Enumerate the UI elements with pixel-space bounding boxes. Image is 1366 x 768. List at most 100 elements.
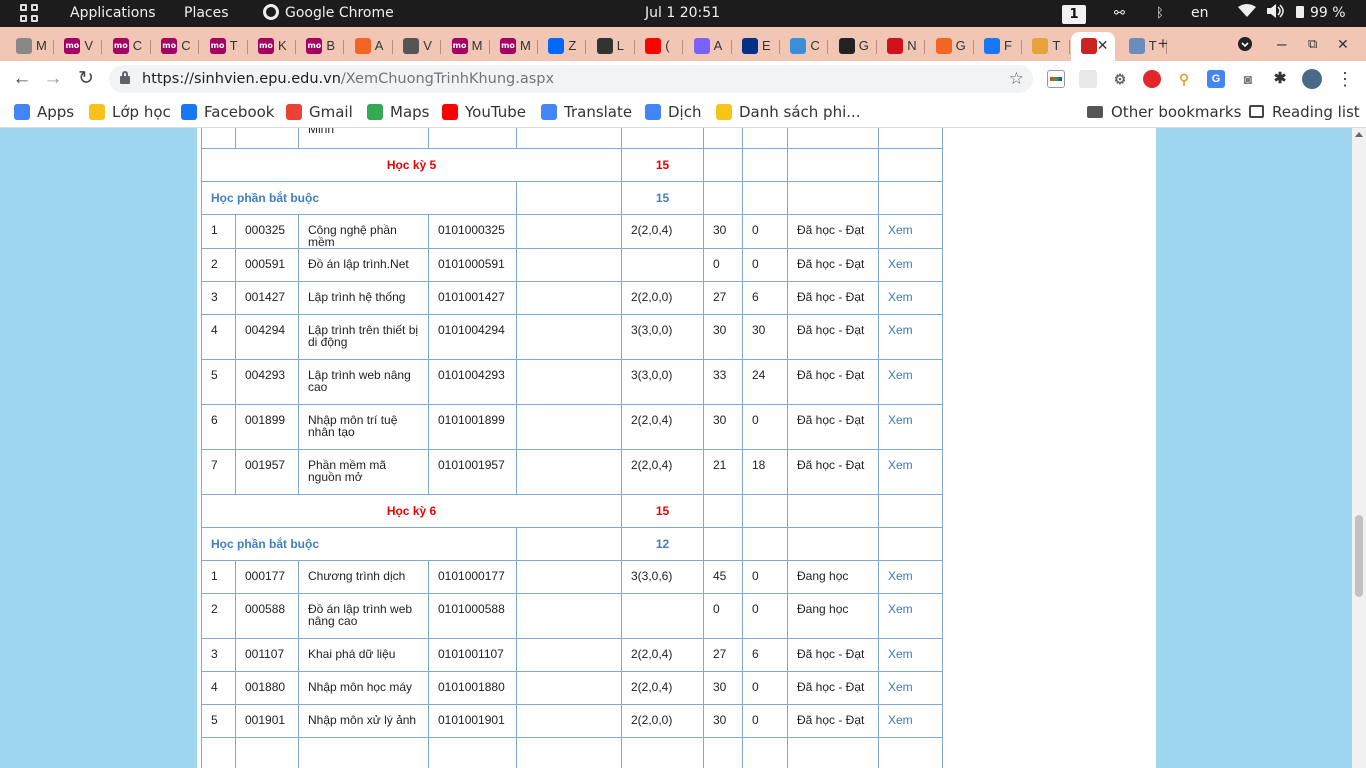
reload-button[interactable]: ↻ <box>74 67 98 91</box>
view-link[interactable]: Xem <box>888 602 913 616</box>
view-link[interactable]: Xem <box>888 647 913 661</box>
extension-icon-2[interactable] <box>1079 70 1097 88</box>
browser-tab-11[interactable]: mo M <box>490 32 538 61</box>
extension-icon-1[interactable] <box>1047 70 1065 88</box>
browser-tab-14[interactable]: ( <box>635 32 684 61</box>
browser-tab-7[interactable]: mo B <box>296 32 345 61</box>
translate-extension-icon[interactable]: G <box>1207 70 1225 88</box>
bookmark-translate[interactable]: Translate <box>541 101 632 123</box>
minimize-button[interactable]: ‒ <box>1277 34 1286 54</box>
browser-tab-22[interactable]: T <box>1022 32 1071 61</box>
view-link[interactable]: Xem <box>888 569 913 583</box>
browser-tab-18[interactable]: G <box>829 32 877 61</box>
workspace-indicator[interactable]: 1 <box>1062 0 1086 27</box>
reading-list-button[interactable]: Reading list <box>1249 101 1360 123</box>
browser-tab-2[interactable]: mo V <box>54 32 103 61</box>
view-link[interactable]: Xem <box>888 413 913 427</box>
browser-tab-21[interactable]: F <box>974 32 1022 61</box>
extensions-puzzle-icon[interactable]: ✱ <box>1271 70 1289 88</box>
page-scrollbar[interactable] <box>1352 128 1366 768</box>
url-text[interactable]: https://sinhvien.epu.edu.vn/XemChuongTri… <box>142 65 554 93</box>
tab-title: B <box>326 38 336 53</box>
maximize-button[interactable]: ⧉ <box>1308 36 1317 52</box>
browser-tab-20[interactable]: G <box>926 32 974 61</box>
scrollbar-thumb[interactable] <box>1355 515 1363 597</box>
course-status-cell: Đang học <box>787 593 879 639</box>
empty-cell-cell <box>516 248 622 282</box>
browser-tab-1[interactable]: M <box>6 32 54 61</box>
browser-tab-5[interactable]: mo T <box>200 32 248 61</box>
view-link[interactable]: Xem <box>888 323 913 337</box>
bookmark-star-icon[interactable]: ☆ <box>1009 69 1024 89</box>
close-tab-icon[interactable]: ✕ <box>1097 37 1109 54</box>
bookmark-label: Facebook <box>204 103 275 121</box>
language-indicator[interactable]: en <box>1191 0 1209 27</box>
course-credits-cell: 2(2,0,0) <box>621 281 704 315</box>
browser-tab-13[interactable]: L <box>587 32 635 61</box>
clock[interactable]: Jul 1 20:51 <box>645 0 720 27</box>
bookmark-maps[interactable]: Maps <box>367 101 429 123</box>
empty-cell <box>878 148 943 182</box>
extension-icon-4[interactable] <box>1143 70 1161 88</box>
forward-button[interactable]: → <box>41 67 65 91</box>
browser-tab-3[interactable]: mo C <box>103 32 151 61</box>
other-bookmarks-folder[interactable]: Other bookmarks <box>1087 101 1241 123</box>
bookmark-apps[interactable]: Apps <box>14 101 74 123</box>
new-tab-button[interactable]: + <box>1158 34 1168 54</box>
wifi-icon[interactable] <box>1238 0 1256 27</box>
view-link[interactable]: Xem <box>888 713 913 727</box>
tab-title: T <box>1052 38 1061 53</box>
browser-tab-17[interactable]: C <box>780 32 829 61</box>
volume-icon[interactable] <box>1266 0 1284 27</box>
browser-tab-4[interactable]: mo C <box>151 32 200 61</box>
course-code-cell: 000591 <box>235 248 299 282</box>
course-name-cell: Khai phá dữ liệu <box>298 638 429 672</box>
bookmark-danh-s-ch-phi[interactable]: Danh sách phi... <box>716 101 861 123</box>
browser-tab-6[interactable]: mo K <box>248 32 296 61</box>
browser-tab-12[interactable]: Z <box>538 32 587 61</box>
camera-extension-icon[interactable]: ◙ <box>1239 70 1257 88</box>
view-link[interactable]: Xem <box>888 680 913 694</box>
applications-menu[interactable]: Applications <box>70 0 156 27</box>
course-id: 0101000588 <box>438 602 505 616</box>
close-window-button[interactable]: ✕ <box>1337 36 1349 53</box>
places-menu[interactable]: Places <box>184 0 229 27</box>
course-code-cell: 001427 <box>235 281 299 315</box>
view-link[interactable]: Xem <box>888 257 913 271</box>
course-code: 004294 <box>245 323 286 337</box>
browser-tab-15[interactable]: A <box>684 32 732 61</box>
back-button[interactable]: ← <box>10 67 34 91</box>
extension-icon-3[interactable]: ⚙ <box>1111 70 1129 88</box>
bookmark-youtube[interactable]: YouTube <box>442 101 526 123</box>
tab-search-icon[interactable] <box>1237 32 1253 57</box>
view-link[interactable]: Xem <box>888 223 913 237</box>
bookmark-d-ch[interactable]: Dịch <box>645 101 701 123</box>
browser-tab-9[interactable]: V <box>393 32 442 61</box>
browser-tab-16[interactable]: E <box>732 32 780 61</box>
bookmark-l-p-h-c[interactable]: Lớp học <box>89 101 171 123</box>
profile-avatar[interactable] <box>1302 69 1322 89</box>
browser-tab-23[interactable]: ✕ <box>1070 32 1115 61</box>
scroll-up-arrow-icon[interactable] <box>1355 132 1363 137</box>
view-link[interactable]: Xem <box>888 458 913 472</box>
view-link[interactable]: Xem <box>888 368 913 382</box>
battery-indicator[interactable]: 99 % <box>1296 0 1346 27</box>
theory-hours-cell: 27 <box>703 638 743 672</box>
tab-title: V <box>423 38 432 53</box>
activities-grid-icon[interactable] <box>20 0 38 27</box>
view-link[interactable]: Xem <box>888 290 913 304</box>
browser-tab-8[interactable]: A <box>345 32 393 61</box>
chrome-menu-button[interactable]: ⋮ <box>1333 67 1357 91</box>
address-bar[interactable]: https://sinhvien.epu.edu.vn/XemChuongTri… <box>109 65 1033 93</box>
bookmark-gmail[interactable]: Gmail <box>286 101 353 123</box>
imdb-icon <box>716 104 732 120</box>
view-link-cell: Xem <box>878 404 943 450</box>
extension-icon-5[interactable]: ⚲ <box>1175 70 1193 88</box>
bluetooth-icon[interactable]: ᛒ <box>1156 0 1164 27</box>
bookmark-facebook[interactable]: Facebook <box>181 101 274 123</box>
browser-tab-19[interactable]: N <box>877 32 926 61</box>
app-menu[interactable]: Google Chrome <box>263 0 394 27</box>
browser-tab-10[interactable]: mo M <box>442 32 490 61</box>
course-code: 004293 <box>245 368 286 382</box>
lock-icon[interactable] <box>120 71 130 84</box>
